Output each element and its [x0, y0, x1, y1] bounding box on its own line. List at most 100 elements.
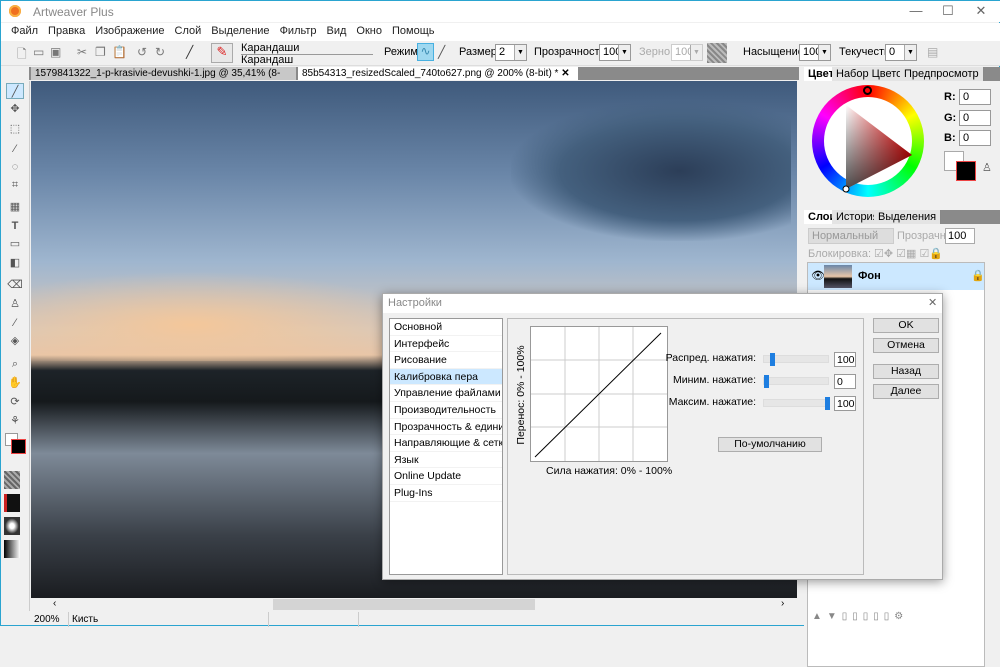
lasso-tool-icon[interactable]: ◌: [6, 159, 24, 175]
slider-thumb[interactable]: [764, 375, 769, 388]
slider-value-input[interactable]: 100: [834, 352, 856, 367]
text-tool-icon[interactable]: T: [6, 218, 24, 234]
undo-icon[interactable]: ↺: [137, 45, 147, 59]
fill-bucket-icon[interactable]: ◈: [6, 333, 24, 349]
maximize-button[interactable]: ☐: [933, 3, 963, 19]
foreground-color-swatch[interactable]: [11, 439, 26, 454]
settings-category-item[interactable]: Online Update: [390, 468, 502, 485]
default-button[interactable]: По-умолчанию: [718, 437, 822, 452]
scrollbar-thumb[interactable]: [273, 599, 535, 610]
size-combo[interactable]: 2 ▼: [495, 44, 527, 61]
lock-options-icon[interactable]: ☑✥ ☑▦ ☑🔒: [874, 247, 943, 260]
gradient-preset-icon[interactable]: [4, 540, 20, 558]
tab-preview[interactable]: Предпросмотр: [900, 67, 984, 81]
scroll-right-icon[interactable]: ›: [781, 598, 784, 609]
opacity-combo[interactable]: 100 ▼: [599, 44, 631, 61]
new-file-icon[interactable]: 🗋: [17, 45, 27, 66]
close-tab-icon[interactable]: ✕: [561, 68, 569, 79]
menu-view[interactable]: Вид: [322, 23, 352, 41]
menu-layer[interactable]: Слой: [170, 23, 207, 41]
zoom-tool-icon[interactable]: ⌕: [6, 356, 24, 372]
menu-help[interactable]: Помощь: [387, 23, 440, 41]
smudge-tool-icon[interactable]: ⚘: [6, 413, 24, 429]
move-tool-icon[interactable]: ✥: [6, 101, 24, 117]
horizontal-scrollbar[interactable]: ‹ ›: [31, 598, 797, 611]
tab-selections[interactable]: Выделения: [874, 210, 942, 224]
line-mode-icon[interactable]: ╱: [438, 45, 445, 59]
crop-tool-icon[interactable]: ⌗: [6, 177, 24, 193]
ok-button[interactable]: OK: [873, 318, 939, 333]
menu-edit[interactable]: Правка: [43, 23, 90, 41]
b-input[interactable]: 0: [959, 130, 991, 146]
menu-window[interactable]: Окно: [351, 23, 387, 41]
settings-category-item[interactable]: Прозрачность & единиць: [390, 419, 502, 436]
pressure-slider[interactable]: [763, 397, 830, 410]
eye-icon[interactable]: 👁: [811, 269, 825, 282]
texture-icon[interactable]: [4, 471, 20, 489]
open-file-icon[interactable]: ▭: [33, 45, 44, 59]
eraser-tool-icon[interactable]: ⌫: [6, 277, 24, 293]
preset-name[interactable]: Карандаш: [241, 54, 293, 66]
grain-combo[interactable]: 100 ▼: [671, 44, 703, 61]
hand-tool-icon[interactable]: ✋: [6, 375, 24, 391]
settings-category-item[interactable]: Язык: [390, 452, 502, 469]
slider-thumb[interactable]: [770, 353, 776, 366]
settings-category-item[interactable]: Производительность: [390, 402, 502, 419]
settings-category-item[interactable]: Интерфейс: [390, 336, 502, 353]
back-button[interactable]: Назад: [873, 364, 939, 379]
gradient-tool-icon[interactable]: ◧: [6, 255, 24, 271]
grain-texture-icon[interactable]: [707, 43, 727, 63]
stamp-icon[interactable]: ♙: [982, 161, 992, 174]
settings-category-item[interactable]: Направляющие & сетка: [390, 435, 502, 452]
color-wheel[interactable]: [812, 85, 924, 197]
rotate-tool-icon[interactable]: ⟳: [6, 394, 24, 410]
layer-opacity-input[interactable]: 100: [945, 228, 975, 244]
dialog-close-icon[interactable]: ✕: [928, 296, 937, 309]
clone-stamp-icon[interactable]: ♙: [6, 296, 24, 312]
g-input[interactable]: 0: [959, 110, 991, 126]
magic-wand-icon[interactable]: ⁄: [6, 141, 24, 157]
preset-pencil-icon[interactable]: ✎: [211, 43, 233, 63]
flow-combo[interactable]: 0 ▼: [885, 44, 917, 61]
slider-value-input[interactable]: 100: [834, 396, 856, 411]
paper-icon[interactable]: [4, 494, 20, 512]
settings-category-item[interactable]: Рисование: [390, 352, 502, 369]
menu-select[interactable]: Выделение: [206, 23, 274, 41]
doc-tab-1[interactable]: 1579841322_1-p-krasivie-devushki-1.jpg @…: [31, 67, 296, 92]
settings-category-item[interactable]: Управление файлами: [390, 385, 502, 402]
pattern-icon[interactable]: [4, 517, 20, 535]
copy-icon[interactable]: ❐: [95, 45, 106, 59]
color-triangle[interactable]: [812, 85, 924, 197]
blend-mode-select[interactable]: Нормальный: [808, 228, 894, 244]
close-button[interactable]: ✕: [966, 3, 996, 19]
brush-icon[interactable]: ╱: [186, 45, 193, 59]
saturation-combo[interactable]: 100 ▼: [799, 44, 831, 61]
settings-category-item[interactable]: Основной: [390, 319, 502, 336]
menu-filter[interactable]: Фильтр: [275, 23, 322, 41]
pressure-slider[interactable]: [763, 375, 829, 388]
eyedropper-icon[interactable]: ⁄: [6, 315, 24, 331]
pressure-curve-graph[interactable]: [530, 326, 668, 462]
pressure-slider[interactable]: [763, 353, 829, 366]
marquee-tool-icon[interactable]: ⬚: [6, 121, 24, 137]
doc-tab-2[interactable]: 85b54313_resizedScaled_740to627.png @ 20…: [298, 67, 578, 80]
cancel-button[interactable]: Отмена: [873, 338, 939, 353]
minimize-button[interactable]: —: [901, 3, 931, 19]
redo-icon[interactable]: ↻: [155, 45, 165, 59]
r-input[interactable]: 0: [959, 89, 991, 105]
freehand-mode-icon[interactable]: ∿: [417, 43, 434, 61]
cut-icon[interactable]: ✂: [77, 45, 87, 59]
next-button[interactable]: Далее: [873, 384, 939, 399]
scroll-left-icon[interactable]: ‹: [53, 598, 56, 609]
perspective-tool-icon[interactable]: ▦: [6, 199, 24, 215]
foreground-color-box[interactable]: [956, 161, 976, 181]
brush-tool-icon[interactable]: ╱: [6, 83, 24, 99]
settings-category-item[interactable]: Калибровка пера: [390, 368, 502, 386]
paste-icon[interactable]: 📋: [112, 45, 127, 59]
layer-actions-icon[interactable]: ▲▼▯▯▯▯▯⚙: [812, 611, 908, 622]
shape-tool-icon[interactable]: ▭: [6, 236, 24, 252]
menu-image[interactable]: Изображение: [90, 23, 169, 41]
layer-row[interactable]: 👁 Фон 🔒: [808, 263, 985, 290]
menu-file[interactable]: Файл: [6, 23, 43, 41]
save-icon[interactable]: ▣: [50, 45, 61, 59]
